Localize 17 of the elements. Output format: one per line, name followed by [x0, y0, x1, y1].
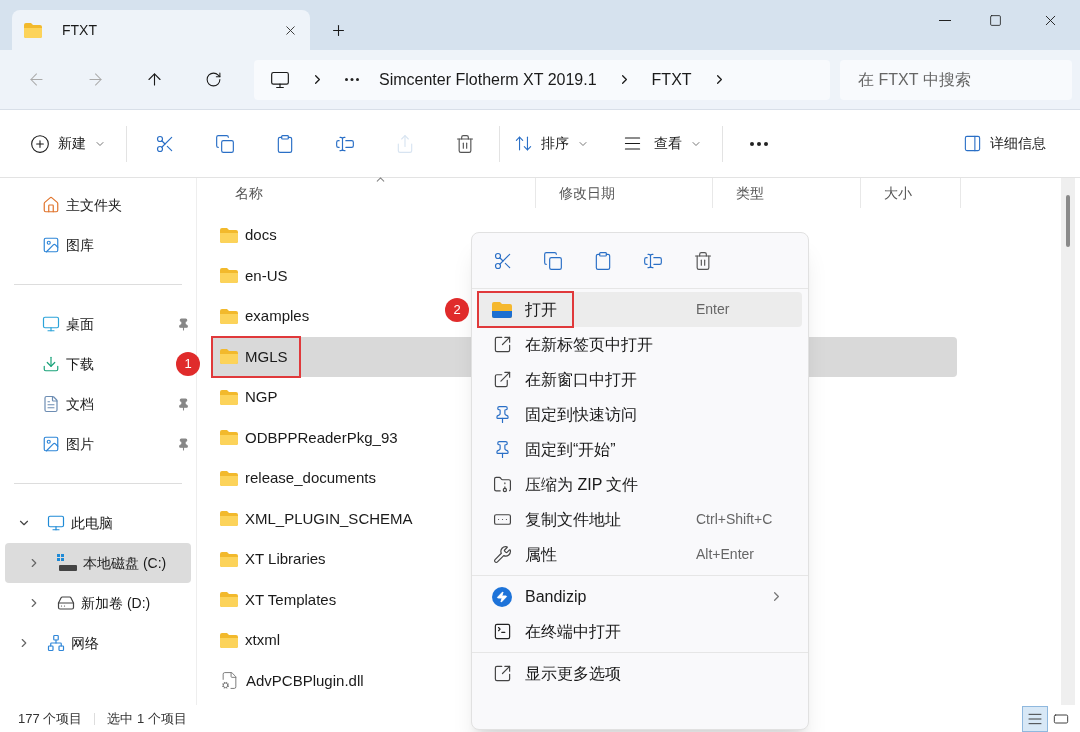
file-name: release_documents: [212, 458, 388, 499]
file-name: XT Libraries: [212, 539, 338, 580]
shortcut-label: Ctrl+Shift+C: [696, 510, 774, 529]
file-name: NGP: [212, 377, 290, 418]
file-name: examples: [212, 296, 322, 337]
number-badge: 1: [176, 352, 200, 376]
file-name: XT Templates: [212, 579, 349, 620]
shortcut-label: Enter: [696, 300, 731, 319]
item-count: 177 个项目: [17, 709, 83, 728]
selection-count: 选中 1 个项目: [107, 709, 187, 728]
file-name: MGLS: [212, 336, 300, 377]
number-badge: 2: [445, 298, 469, 322]
file-name: AdvPCBPlugin.dll: [212, 660, 376, 701]
file-name: docs: [212, 215, 289, 256]
file-name: xtxml: [212, 620, 292, 661]
shortcut-label: Alt+Enter: [696, 545, 755, 564]
file-name: en-US: [212, 255, 300, 296]
